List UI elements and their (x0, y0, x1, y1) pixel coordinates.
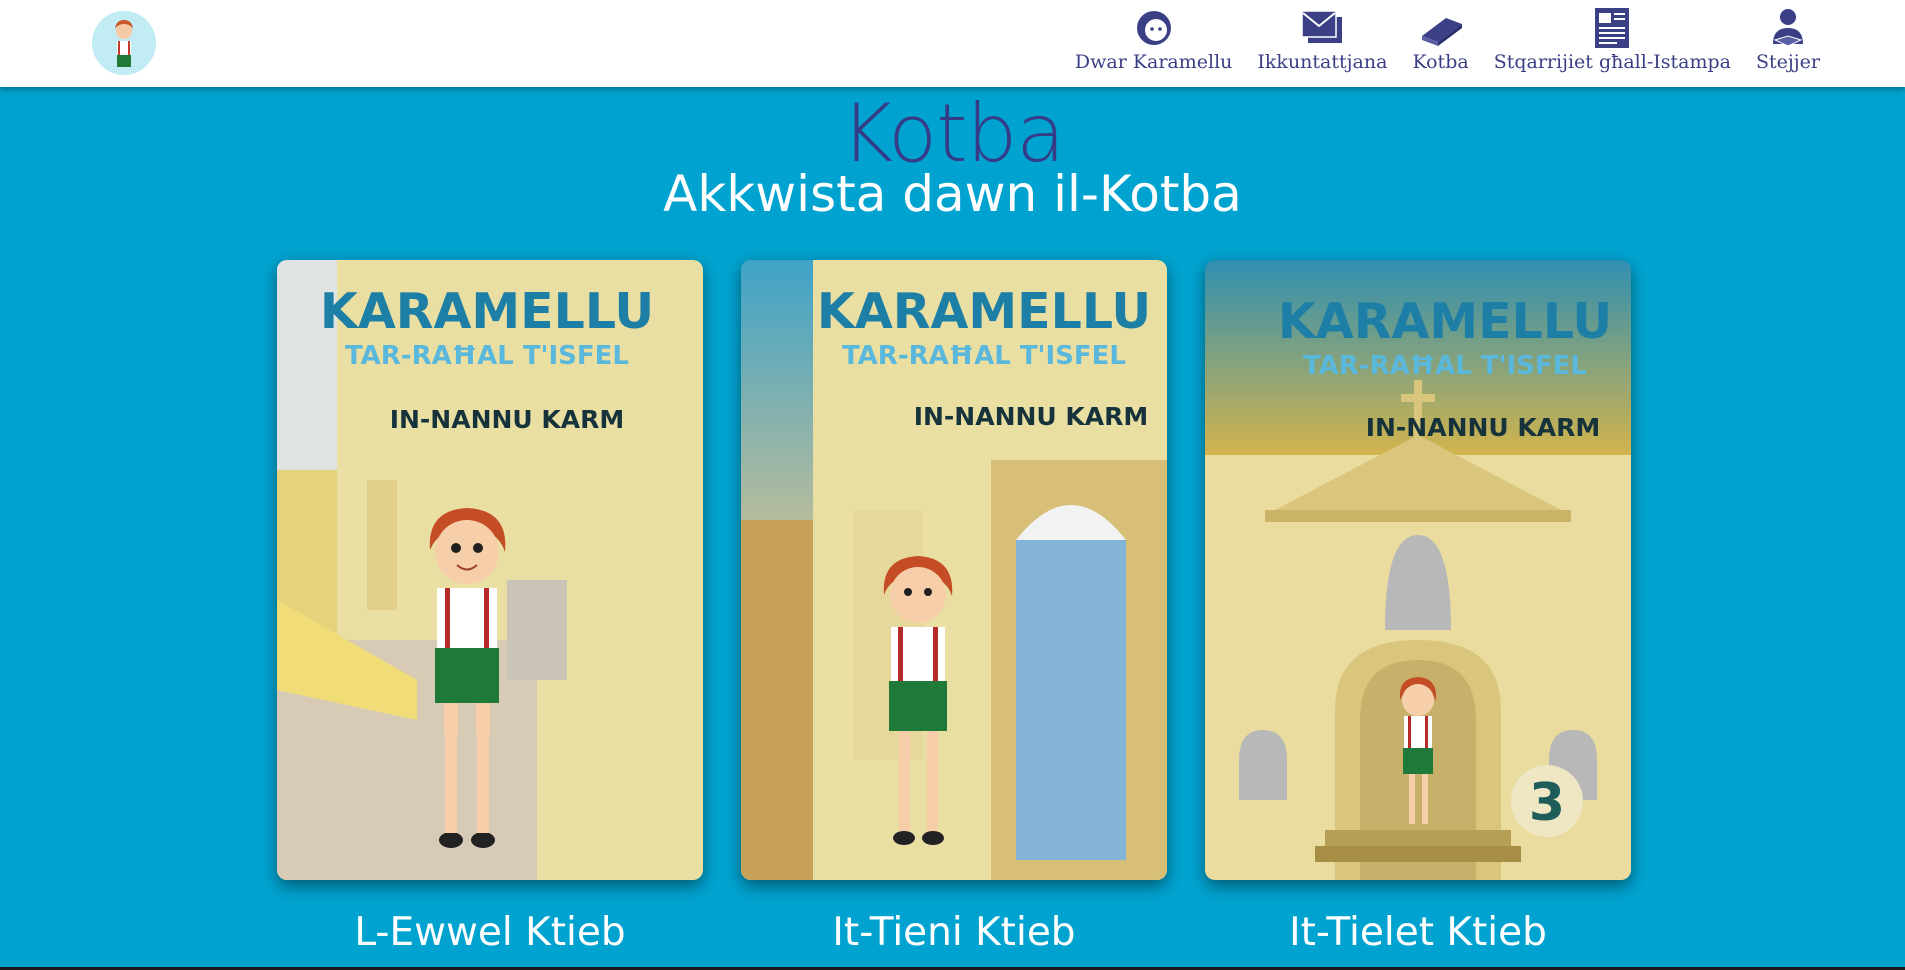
nav-item-stejjer[interactable]: Stejjer (1756, 6, 1820, 73)
book-series-title: KARAMELLU (1278, 293, 1612, 350)
nav-label: Ikkuntattjana (1257, 51, 1388, 73)
book-tagline: TAR-RAĦAL T'ISFEL (1303, 351, 1587, 381)
book-author: IN-NANNU KARM (914, 402, 1149, 431)
page-subtitle: Akkwista dawn il-Kotba (663, 165, 1242, 223)
nav-label: Kotba (1412, 51, 1469, 73)
envelope-icon (1299, 6, 1345, 50)
book-icon (1418, 6, 1464, 50)
book-cover-illustration: KARAMELLU TAR-RAĦAL T'ISFEL IN-NANNU KAR… (1205, 260, 1631, 880)
main-nav: Dwar Karamellu Ikkuntattjana Kotba Stqar… (1050, 6, 1820, 84)
book-caption-3[interactable]: It-Tielet Ktieb (1205, 910, 1631, 955)
nav-label: Stejjer (1755, 51, 1820, 73)
book-author: IN-NANNU KARM (1366, 413, 1601, 442)
book-cover-3[interactable]: KARAMELLU TAR-RAĦAL T'ISFEL IN-NANNU KAR… (1205, 260, 1631, 880)
nav-item-ikkuntattjana[interactable]: Ikkuntattjana (1257, 6, 1387, 73)
book-series-title: KARAMELLU (320, 283, 654, 340)
nav-label: Dwar Karamellu (1074, 51, 1233, 73)
newspaper-icon (1589, 6, 1635, 50)
site-logo[interactable] (92, 11, 156, 75)
book-cover-2[interactable]: KARAMELLU TAR-RAĦAL T'ISFEL IN-NANNU KAR… (741, 260, 1167, 880)
book-cover-1[interactable]: KARAMELLU TAR-RAĦAL T'ISFEL IN-NANNU KAR… (277, 260, 703, 880)
book-caption-1[interactable]: L-Ewwel Ktieb (277, 910, 703, 955)
site-header: Dwar Karamellu Ikkuntattjana Kotba Stqar… (0, 0, 1905, 87)
nav-item-dwar-karamellu[interactable]: Dwar Karamellu (1074, 6, 1233, 73)
karamellu-avatar-icon (92, 11, 156, 75)
book-series-title: KARAMELLU (817, 283, 1151, 340)
nav-item-kotba[interactable]: Kotba (1412, 6, 1469, 73)
nav-label: Stqarrijiet għall-Istampa (1493, 51, 1731, 73)
book-author: IN-NANNU KARM (390, 405, 625, 434)
book-cover-illustration: KARAMELLU TAR-RAĦAL T'ISFEL IN-NANNU KAR… (277, 260, 703, 880)
book-cover-illustration: KARAMELLU TAR-RAĦAL T'ISFEL IN-NANNU KAR… (741, 260, 1167, 880)
book-tagline: TAR-RAĦAL T'ISFEL (842, 341, 1126, 371)
book-number-badge: 3 (1529, 773, 1565, 833)
face-icon (1131, 6, 1177, 50)
nav-item-stqarrijiet[interactable]: Stqarrijiet għall-Istampa (1494, 6, 1731, 73)
book-caption-2[interactable]: It-Tieni Ktieb (741, 910, 1167, 955)
reader-icon (1765, 6, 1811, 50)
book-tagline: TAR-RAĦAL T'ISFEL (345, 341, 629, 371)
